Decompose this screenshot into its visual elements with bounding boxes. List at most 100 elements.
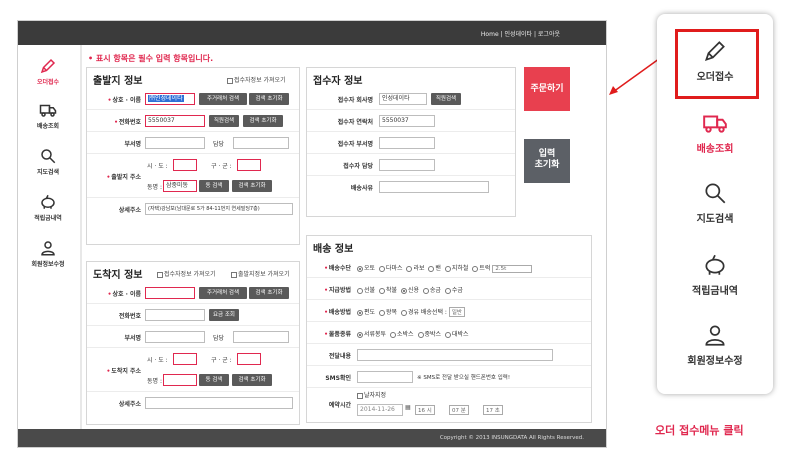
dong-label: 동명 : — [147, 184, 162, 191]
dong-label: 동명 : — [147, 378, 162, 385]
checkbox[interactable] — [227, 77, 233, 84]
dong-search-button[interactable]: 동 검색 — [199, 180, 229, 192]
origin-dept-input[interactable] — [145, 137, 205, 149]
origin-detail-input[interactable]: (자택)강남보(남대문로 5가 84-11번지 연세빌딩7층) — [145, 203, 293, 215]
delivery-reason-input[interactable] — [379, 181, 489, 193]
radio[interactable] — [378, 265, 385, 272]
delivery-type-radio-group[interactable]: 편도 왕복 경유 배송선택 : 일반 — [355, 307, 465, 317]
truck-size-select[interactable]: 2.5t — [492, 265, 533, 273]
main-content: • 표시 항목은 필수 입력 항목입니다. 출발지 정보 접수자정보 가져오기 … — [80, 45, 606, 431]
callout-item-profile[interactable]: 회원정보수정 — [657, 322, 773, 367]
item-type-radio-group[interactable]: 서류봉투 소박스 중박스 대박스 — [355, 329, 469, 338]
second-select[interactable]: 17 초 — [483, 405, 503, 415]
field-label: 담당 — [213, 141, 225, 148]
origin-manager-input[interactable] — [233, 137, 289, 149]
radio[interactable] — [428, 265, 435, 272]
radio[interactable] — [357, 287, 363, 294]
top-links[interactable]: Home | 인성데이타 | 로그아웃 — [481, 29, 560, 38]
radio[interactable] — [444, 265, 451, 272]
dest-detail-input[interactable] — [145, 397, 293, 409]
radio[interactable] — [357, 331, 363, 338]
radio[interactable] — [400, 287, 407, 294]
checkbox[interactable] — [157, 271, 163, 278]
load-origin-option[interactable]: 출발지정보 가져오기 — [231, 269, 290, 278]
nav-item-map[interactable]: 지도검색 — [22, 147, 74, 176]
dest-phone-row: 전화번호 요금 조회 — [87, 304, 299, 326]
dest-phone-input[interactable] — [145, 309, 205, 321]
nav-item-order[interactable]: 오더접수 — [22, 57, 74, 86]
calendar-icon[interactable]: ▦ — [405, 404, 411, 411]
dest-gu-input[interactable] — [237, 353, 261, 365]
hour-select[interactable]: 16 시 — [415, 405, 435, 415]
stopover-select[interactable]: 일반 — [448, 307, 465, 317]
method-radio-group[interactable]: 오토 다마스 라보 밴 지하철 트럭 2.5t — [355, 263, 533, 273]
reserve-date-option[interactable]: 날자지정 — [357, 390, 386, 399]
receiver-company-input[interactable]: 인성데이타 — [379, 93, 427, 105]
load-receiver-option[interactable]: 접수자정보 가져오기 — [157, 269, 216, 278]
load-receiver-option[interactable]: 접수자정보 가져오기 — [227, 75, 286, 84]
callout-label: 지도검색 — [696, 214, 734, 225]
checkbox[interactable] — [231, 271, 237, 278]
fee-lookup-button[interactable]: 요금 조회 — [209, 309, 239, 321]
reset-label: 초기화 — [534, 160, 560, 170]
radio[interactable] — [378, 309, 385, 316]
origin-name-input[interactable]: ㈜인성데이타 — [145, 93, 195, 105]
checkbox[interactable] — [357, 392, 363, 399]
search-reset-button[interactable]: 검색 초기화 — [249, 287, 289, 299]
piggy-bank-icon — [41, 194, 55, 209]
nav-item-points[interactable]: 적립금내역 — [22, 193, 74, 222]
radio[interactable] — [390, 331, 397, 338]
dest-manager-input[interactable] — [233, 331, 289, 343]
origin-city-input[interactable] — [173, 159, 197, 171]
payment-radio-group[interactable]: 선불 착불 신용 송금 수금 — [355, 285, 463, 294]
dong-search-button[interactable]: 동 검색 — [199, 374, 229, 386]
nav-item-delivery[interactable]: 배송조회 — [22, 101, 74, 130]
staff-search-button[interactable]: 직원검색 — [431, 93, 461, 105]
reserve-date-input[interactable]: 2014-11-26 — [357, 404, 403, 416]
dest-name-input[interactable] — [145, 287, 195, 299]
dest-dept-input[interactable] — [145, 331, 205, 343]
customer-search-button[interactable]: 주거래처 검색 — [199, 287, 247, 299]
search-reset-button[interactable]: 검색 초기화 — [243, 115, 283, 127]
staff-search-button[interactable]: 직원검색 — [209, 115, 239, 127]
memo-input[interactable] — [357, 349, 553, 361]
panel-title: 출발지 정보 — [93, 76, 143, 87]
callout-item-points[interactable]: 적립금내역 — [657, 252, 773, 297]
sms-phone-input[interactable] — [357, 371, 413, 383]
origin-gu-input[interactable] — [237, 159, 261, 171]
origin-phone-input[interactable]: 5550037 — [145, 115, 205, 127]
radio[interactable] — [378, 287, 385, 294]
customer-search-button[interactable]: 주거래처 검색 — [199, 93, 247, 105]
radio[interactable] — [357, 265, 363, 272]
dest-city-input[interactable] — [173, 353, 197, 365]
search-reset-button[interactable]: 검색 초기화 — [232, 374, 272, 386]
nav-item-profile[interactable]: 회원정보수정 — [22, 239, 74, 268]
field-label: 배송사유 — [350, 185, 373, 192]
dest-dept-row: 부서명 담당 — [87, 326, 299, 348]
radio[interactable] — [400, 309, 407, 316]
radio[interactable] — [406, 265, 413, 272]
radio[interactable] — [472, 265, 479, 272]
order-button[interactable]: 주문하기 — [524, 67, 570, 111]
nav-label: 오더접수 — [36, 79, 60, 86]
search-reset-button[interactable]: 검색 초기화 — [249, 93, 289, 105]
receiver-dept-input[interactable] — [379, 137, 435, 149]
callout-item-map[interactable]: 지도검색 — [657, 180, 773, 225]
dest-dong-input[interactable] — [163, 374, 197, 386]
radio[interactable] — [422, 287, 429, 294]
search-reset-button[interactable]: 검색 초기화 — [232, 180, 272, 192]
radio[interactable] — [417, 331, 424, 338]
origin-dong-input[interactable]: 삼중미동 — [163, 180, 197, 192]
minute-select[interactable]: 07 분 — [449, 405, 469, 415]
radio[interactable] — [444, 287, 451, 294]
nav-label: 적립금내역 — [34, 215, 62, 222]
callout-item-order[interactable]: 오더접수 — [657, 38, 773, 83]
dest-name-row: •상호 · 이름 주거래처 검색 검색 초기화 — [87, 282, 299, 304]
reset-input-button[interactable]: 입력 초기화 — [524, 139, 570, 183]
receiver-manager-input[interactable] — [379, 159, 435, 171]
nav-label: 배송조회 — [36, 123, 60, 130]
radio[interactable] — [444, 331, 451, 338]
radio[interactable] — [357, 309, 363, 316]
callout-item-delivery[interactable]: 배송조회 — [657, 110, 773, 155]
receiver-contact-input[interactable]: 5550037 — [379, 115, 435, 127]
